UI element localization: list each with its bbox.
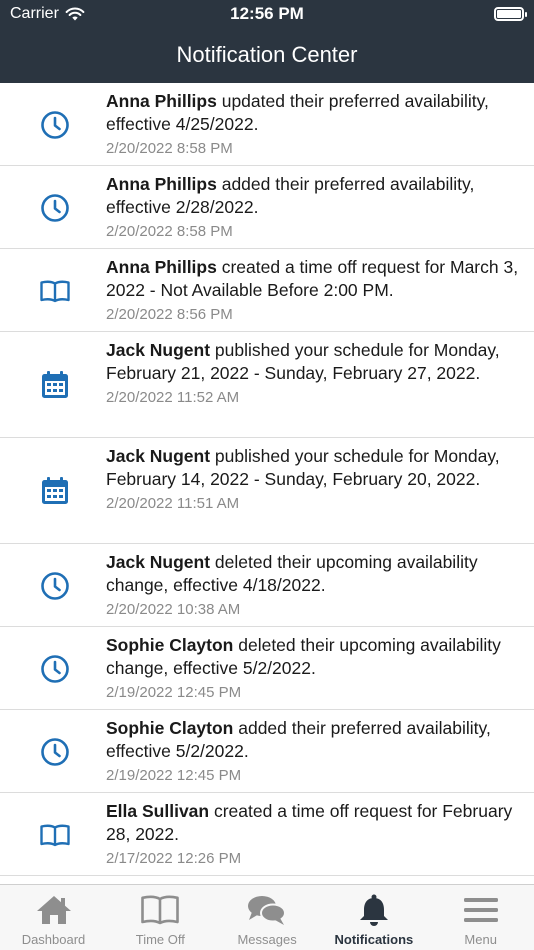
notification-item[interactable]: Jack Nugent deleted their upcoming avail… <box>0 544 534 627</box>
notification-timestamp: 2/20/2022 11:52 AM <box>106 389 240 406</box>
notification-message: Sophie Clayton added their preferred ava… <box>106 717 522 763</box>
notification-actor-name: Jack Nugent <box>106 340 211 360</box>
notification-message: Anna Phillips added their preferred avai… <box>106 173 522 219</box>
notification-item[interactable]: Sophie Clayton deleted their upcoming av… <box>0 627 534 710</box>
tab-label: Notifications <box>334 932 414 947</box>
notification-actor-name: Anna Phillips <box>106 91 217 111</box>
notification-item[interactable]: Anna Phillips updated their preferred av… <box>0 83 534 166</box>
tab-time-off[interactable]: Time Off <box>107 885 214 950</box>
notification-item[interactable]: Ella Sullivan created a time off request… <box>0 793 534 876</box>
tab-label: Dashboard <box>21 932 86 947</box>
notification-message: Ella Sullivan created a time off request… <box>106 800 522 846</box>
notification-actor-name: Sophie Clayton <box>106 635 234 655</box>
notification-timestamp: 2/20/2022 11:51 AM <box>106 495 240 512</box>
notification-timestamp: 2/19/2022 12:45 PM <box>106 767 242 784</box>
notification-item[interactable]: Jack Nugent published your schedule for … <box>0 438 534 544</box>
notification-message: Anna Phillips created a time off request… <box>106 256 522 302</box>
notification-list[interactable]: Anna Phillips updated their preferred av… <box>0 83 534 884</box>
notification-message: Anna Phillips updated their preferred av… <box>106 90 522 136</box>
tab-dashboard[interactable]: Dashboard <box>0 885 107 950</box>
notification-timestamp: 2/20/2022 8:58 PM <box>106 140 233 157</box>
page-title: Notification Center <box>176 42 358 67</box>
notification-timestamp: 2/19/2022 12:45 PM <box>106 684 242 701</box>
notification-item[interactable]: Sophie Clayton added their preferred ava… <box>0 710 534 793</box>
notification-item[interactable]: Jack Nugent published your schedule for … <box>0 332 534 438</box>
notification-message: Jack Nugent published your schedule for … <box>106 339 522 385</box>
notification-message: Jack Nugent deleted their upcoming avail… <box>106 551 522 597</box>
tab-messages[interactable]: Messages <box>214 885 321 950</box>
clock-icon <box>38 652 72 686</box>
notification-actor-name: Sophie Clayton <box>106 718 234 738</box>
tab-bar: Dashboard Time Off Messages Notifications Me… <box>0 884 534 950</box>
notification-actor-name: Jack Nugent <box>106 552 211 572</box>
notification-actor-name: Jack Nugent <box>106 446 211 466</box>
tab-label: Messages <box>237 932 297 947</box>
clock-icon <box>38 569 72 603</box>
status-bar: Carrier 12:56 PM <box>0 0 534 30</box>
clock-icon <box>38 735 72 769</box>
battery-icon <box>494 7 527 21</box>
notification-actor-name: Anna Phillips <box>106 174 217 194</box>
notification-message: Sophie Clayton deleted their upcoming av… <box>106 634 522 680</box>
clock-icon <box>38 108 72 142</box>
notification-timestamp: 2/17/2022 12:26 PM <box>106 850 242 867</box>
book-icon <box>38 818 72 852</box>
tab-notifications[interactable]: Notifications <box>320 885 427 950</box>
notification-item[interactable]: Anna Phillips created a time off request… <box>0 249 534 332</box>
notification-item[interactable]: Anna Phillips added their preferred avai… <box>0 166 534 249</box>
notification-timestamp: 2/20/2022 10:38 AM <box>106 601 241 618</box>
book-icon <box>38 274 72 308</box>
tab-label: Menu <box>464 932 497 947</box>
tab-menu[interactable]: Menu <box>427 885 534 950</box>
notification-actor-name: Anna Phillips <box>106 257 217 277</box>
notification-timestamp: 2/20/2022 8:58 PM <box>106 223 233 240</box>
calendar-icon <box>38 368 72 402</box>
calendar-icon <box>38 474 72 508</box>
notification-message: Jack Nugent published your schedule for … <box>106 445 522 491</box>
status-time: 12:56 PM <box>230 4 304 23</box>
clock-icon <box>38 191 72 225</box>
notification-actor-name: Ella Sullivan <box>106 801 210 821</box>
tab-label: Time Off <box>135 932 185 947</box>
header: Carrier 12:56 PM Notification Center <box>0 0 534 83</box>
notification-timestamp: 2/20/2022 8:56 PM <box>106 306 233 323</box>
